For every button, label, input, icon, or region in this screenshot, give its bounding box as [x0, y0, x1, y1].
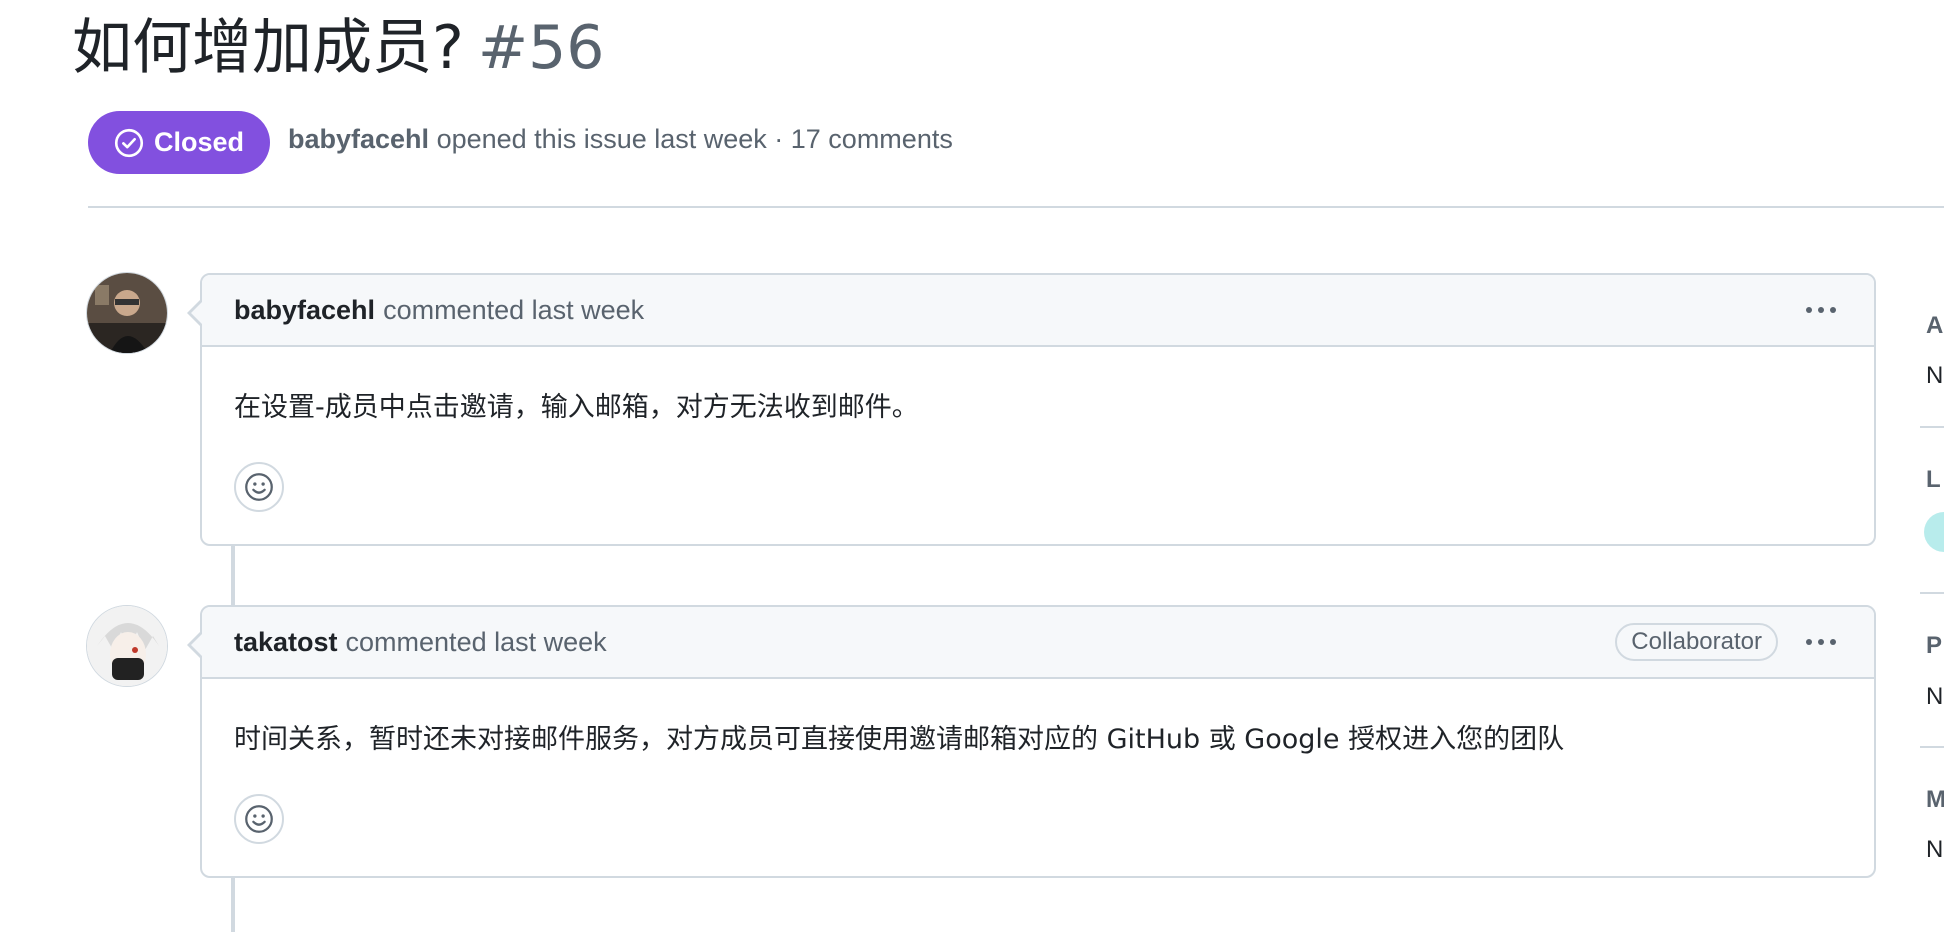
sidebar-divider	[1920, 426, 1944, 428]
sidebar-value: N	[1926, 362, 1944, 389]
smiley-icon	[245, 473, 273, 501]
status-label: Closed	[154, 127, 245, 157]
sidebar-divider	[1920, 746, 1944, 748]
closed-status-badge: Closed	[88, 111, 271, 174]
issue-title: 如何增加成员? #56	[72, 12, 604, 84]
sidebar-heading-projects[interactable]: P	[1926, 632, 1942, 660]
collaborator-badge: Collaborator	[1615, 623, 1778, 661]
add-reaction-button[interactable]	[234, 462, 284, 512]
issue-author-link[interactable]: babyfacehl	[288, 124, 429, 154]
kebab-icon[interactable]	[1800, 633, 1842, 651]
comment-body: 时间关系，暂时还未对接邮件服务，对方成员可直接使用邀请邮箱对应的 GitHub …	[234, 724, 1565, 755]
avatar[interactable]	[86, 272, 168, 354]
header-divider	[88, 206, 1944, 208]
sidebar-divider	[1920, 592, 1944, 594]
user-photo	[87, 273, 167, 353]
check-circle-icon	[114, 128, 144, 157]
smiley-icon	[245, 805, 273, 833]
comment-author-link[interactable]: babyfacehl	[234, 295, 375, 326]
issue-number: #56	[477, 13, 605, 83]
timeline-connector	[231, 872, 235, 932]
comment-body: 在设置-成员中点击邀请，输入邮箱，对方无法收到邮件。	[234, 392, 919, 423]
comment-card: babyfacehl commented last week 在设置-成员中点击…	[187, 273, 1876, 546]
sidebar-value: N	[1926, 683, 1944, 710]
label-chip[interactable]	[1924, 512, 1944, 552]
comment-header: takatost commented last week Collaborato…	[202, 607, 1874, 679]
issue-meta: babyfacehl opened this issue last week ·…	[288, 124, 953, 155]
user-photo	[87, 606, 167, 686]
sidebar-heading-labels[interactable]: L	[1926, 466, 1941, 494]
comment-timestamp[interactable]: commented last week	[346, 627, 607, 658]
issue-title-text: 如何增加成员?	[72, 13, 464, 83]
add-reaction-button[interactable]	[234, 794, 284, 844]
issue-meta-text: opened this issue last week · 17 comment…	[436, 124, 953, 154]
timeline-connector	[231, 540, 235, 610]
sidebar-heading-milestone[interactable]: M	[1926, 786, 1944, 814]
comment-timestamp[interactable]: commented last week	[383, 295, 644, 326]
kebab-icon[interactable]	[1800, 301, 1842, 319]
comment-author-link[interactable]: takatost	[234, 627, 338, 658]
comment-header: babyfacehl commented last week	[202, 275, 1874, 347]
sidebar-value: N	[1926, 836, 1944, 863]
comment-card: takatost commented last week Collaborato…	[187, 605, 1876, 878]
sidebar-heading-assignees[interactable]: A	[1926, 312, 1943, 340]
avatar[interactable]	[86, 605, 168, 687]
